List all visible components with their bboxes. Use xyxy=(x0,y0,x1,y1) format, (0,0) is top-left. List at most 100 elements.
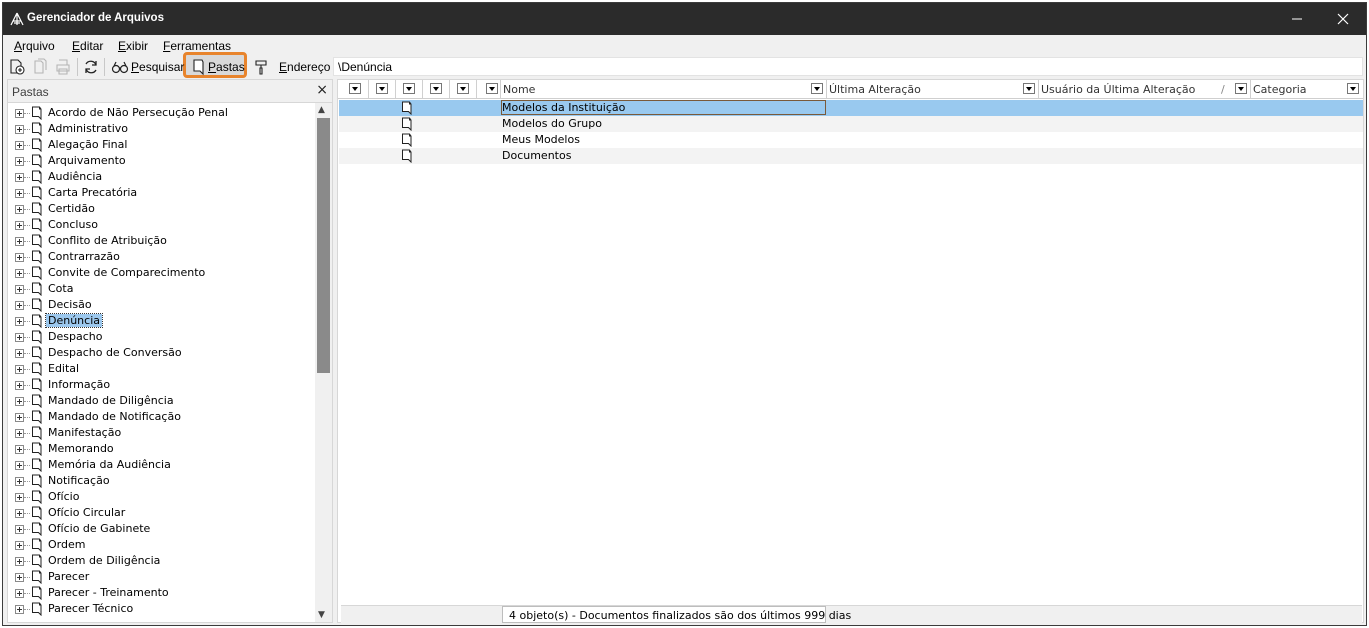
tree-item[interactable]: Ofício Circular xyxy=(8,505,316,521)
expand-icon[interactable] xyxy=(15,397,24,406)
expand-icon[interactable] xyxy=(15,557,24,566)
expand-icon[interactable] xyxy=(15,253,24,262)
expand-icon[interactable] xyxy=(15,461,24,470)
tree-item[interactable]: Decisão xyxy=(8,297,316,313)
tree-item[interactable]: Memorando xyxy=(8,441,316,457)
print-icon[interactable] xyxy=(54,58,72,76)
paint-roller-icon[interactable] xyxy=(253,58,271,76)
filter-dropdown[interactable] xyxy=(376,83,388,94)
tree-item[interactable]: Despacho de Conversão xyxy=(8,345,316,361)
tree-item[interactable]: Ordem xyxy=(8,537,316,553)
file-row[interactable]: Modelos do Grupo xyxy=(339,116,1363,132)
close-panel-icon[interactable]: × xyxy=(316,82,328,98)
close-window-button[interactable] xyxy=(1320,3,1366,35)
tree-item[interactable]: Carta Precatória xyxy=(8,185,316,201)
tree-item[interactable]: Informação xyxy=(8,377,316,393)
pastas-button[interactable]: Pastas xyxy=(208,60,245,74)
file-row[interactable]: Documentos xyxy=(339,148,1363,164)
tree-item[interactable]: Arquivamento xyxy=(8,153,316,169)
expand-icon[interactable] xyxy=(15,509,24,518)
tree-item[interactable]: Ordem de Diligência xyxy=(8,553,316,569)
folder-icon[interactable] xyxy=(190,58,208,76)
expand-icon[interactable] xyxy=(15,445,24,454)
column-usuario[interactable]: Usuário da Última Alteração xyxy=(1041,83,1195,96)
tree-item[interactable]: Certidão xyxy=(8,201,316,217)
pesquisar-button[interactable]: Pesquisar xyxy=(131,60,184,74)
menu-exibir[interactable]: Exibir xyxy=(118,39,148,53)
expand-icon[interactable] xyxy=(15,429,24,438)
expand-icon[interactable] xyxy=(15,269,24,278)
menu-editar[interactable]: Editar xyxy=(72,39,103,53)
tree-item[interactable]: Acordo de Não Persecução Penal xyxy=(8,105,316,121)
column-nome[interactable]: Nome xyxy=(503,83,535,96)
column-categoria[interactable]: Categoria xyxy=(1253,83,1307,96)
expand-icon[interactable] xyxy=(15,173,24,182)
binoculars-icon[interactable] xyxy=(111,58,129,76)
tree-item[interactable]: Edital xyxy=(8,361,316,377)
tree-item[interactable]: Denúncia xyxy=(8,313,316,329)
filter-dropdown[interactable] xyxy=(1235,83,1247,94)
column-ultima-alteracao[interactable]: Última Alteração xyxy=(829,83,921,96)
expand-icon[interactable] xyxy=(15,365,24,374)
filter-dropdown[interactable] xyxy=(1023,83,1035,94)
filter-dropdown[interactable] xyxy=(403,83,415,94)
expand-icon[interactable] xyxy=(15,349,24,358)
expand-icon[interactable] xyxy=(15,381,24,390)
tree-item[interactable]: Mandado de Diligência xyxy=(8,393,316,409)
expand-icon[interactable] xyxy=(15,237,24,246)
tree-item[interactable]: Concluso xyxy=(8,217,316,233)
filter-dropdown[interactable] xyxy=(457,83,469,94)
tree-item[interactable]: Cota xyxy=(8,281,316,297)
file-row[interactable]: Meus Modelos xyxy=(339,132,1363,148)
tree-item[interactable]: Memória da Audiência xyxy=(8,457,316,473)
new-document-icon[interactable] xyxy=(8,58,26,76)
scrollbar-thumb[interactable] xyxy=(317,118,330,373)
expand-icon[interactable] xyxy=(15,141,24,150)
filter-dropdown[interactable] xyxy=(430,83,442,94)
expand-icon[interactable] xyxy=(15,525,24,534)
tree-item[interactable]: Manifestação xyxy=(8,425,316,441)
expand-icon[interactable] xyxy=(15,413,24,422)
expand-icon[interactable] xyxy=(15,205,24,214)
tree-item[interactable]: Mandado de Notificação xyxy=(8,409,316,425)
expand-icon[interactable] xyxy=(15,477,24,486)
expand-icon[interactable] xyxy=(15,573,24,582)
expand-icon[interactable] xyxy=(15,589,24,598)
folder-tree-scrollbar[interactable]: ▲ ▼ xyxy=(315,103,332,622)
tree-item[interactable]: Convite de Comparecimento xyxy=(8,265,316,281)
filter-dropdown[interactable] xyxy=(349,83,361,94)
filter-dropdown[interactable] xyxy=(486,83,498,94)
expand-icon[interactable] xyxy=(15,125,24,134)
expand-icon[interactable] xyxy=(15,333,24,342)
copy-icon[interactable] xyxy=(31,58,49,76)
tree-item[interactable]: Alegação Final xyxy=(8,137,316,153)
menu-ferramentas[interactable]: Ferramentas xyxy=(163,39,231,53)
minimize-button[interactable] xyxy=(1274,3,1320,35)
expand-icon[interactable] xyxy=(15,301,24,310)
expand-icon[interactable] xyxy=(15,493,24,502)
tree-item[interactable]: Ofício de Gabinete xyxy=(8,521,316,537)
tree-item[interactable]: Notificação xyxy=(8,473,316,489)
expand-icon[interactable] xyxy=(15,109,24,118)
tree-item[interactable]: Contrarrazão xyxy=(8,249,316,265)
expand-icon[interactable] xyxy=(15,317,24,326)
scroll-up-icon[interactable]: ▲ xyxy=(318,105,325,115)
tree-item[interactable]: Audiência xyxy=(8,169,316,185)
filter-dropdown[interactable] xyxy=(1347,83,1359,94)
expand-icon[interactable] xyxy=(15,541,24,550)
expand-icon[interactable] xyxy=(15,605,24,614)
expand-icon[interactable] xyxy=(15,157,24,166)
menu-arquivo[interactable]: Arquivo xyxy=(14,39,55,53)
refresh-icon[interactable] xyxy=(82,58,100,76)
tree-item[interactable]: Conflito de Atribuição xyxy=(8,233,316,249)
expand-icon[interactable] xyxy=(15,285,24,294)
file-row[interactable]: Modelos da Instituição xyxy=(339,100,1363,116)
tree-item[interactable]: Parecer xyxy=(8,569,316,585)
tree-item[interactable]: Ofício xyxy=(8,489,316,505)
expand-icon[interactable] xyxy=(15,189,24,198)
tree-item[interactable]: Parecer - Treinamento xyxy=(8,585,316,601)
tree-item[interactable]: Despacho xyxy=(8,329,316,345)
address-field[interactable]: \Denúncia xyxy=(333,57,1363,76)
tree-item[interactable]: Parecer Técnico xyxy=(8,601,316,617)
scroll-down-icon[interactable]: ▼ xyxy=(318,610,325,620)
